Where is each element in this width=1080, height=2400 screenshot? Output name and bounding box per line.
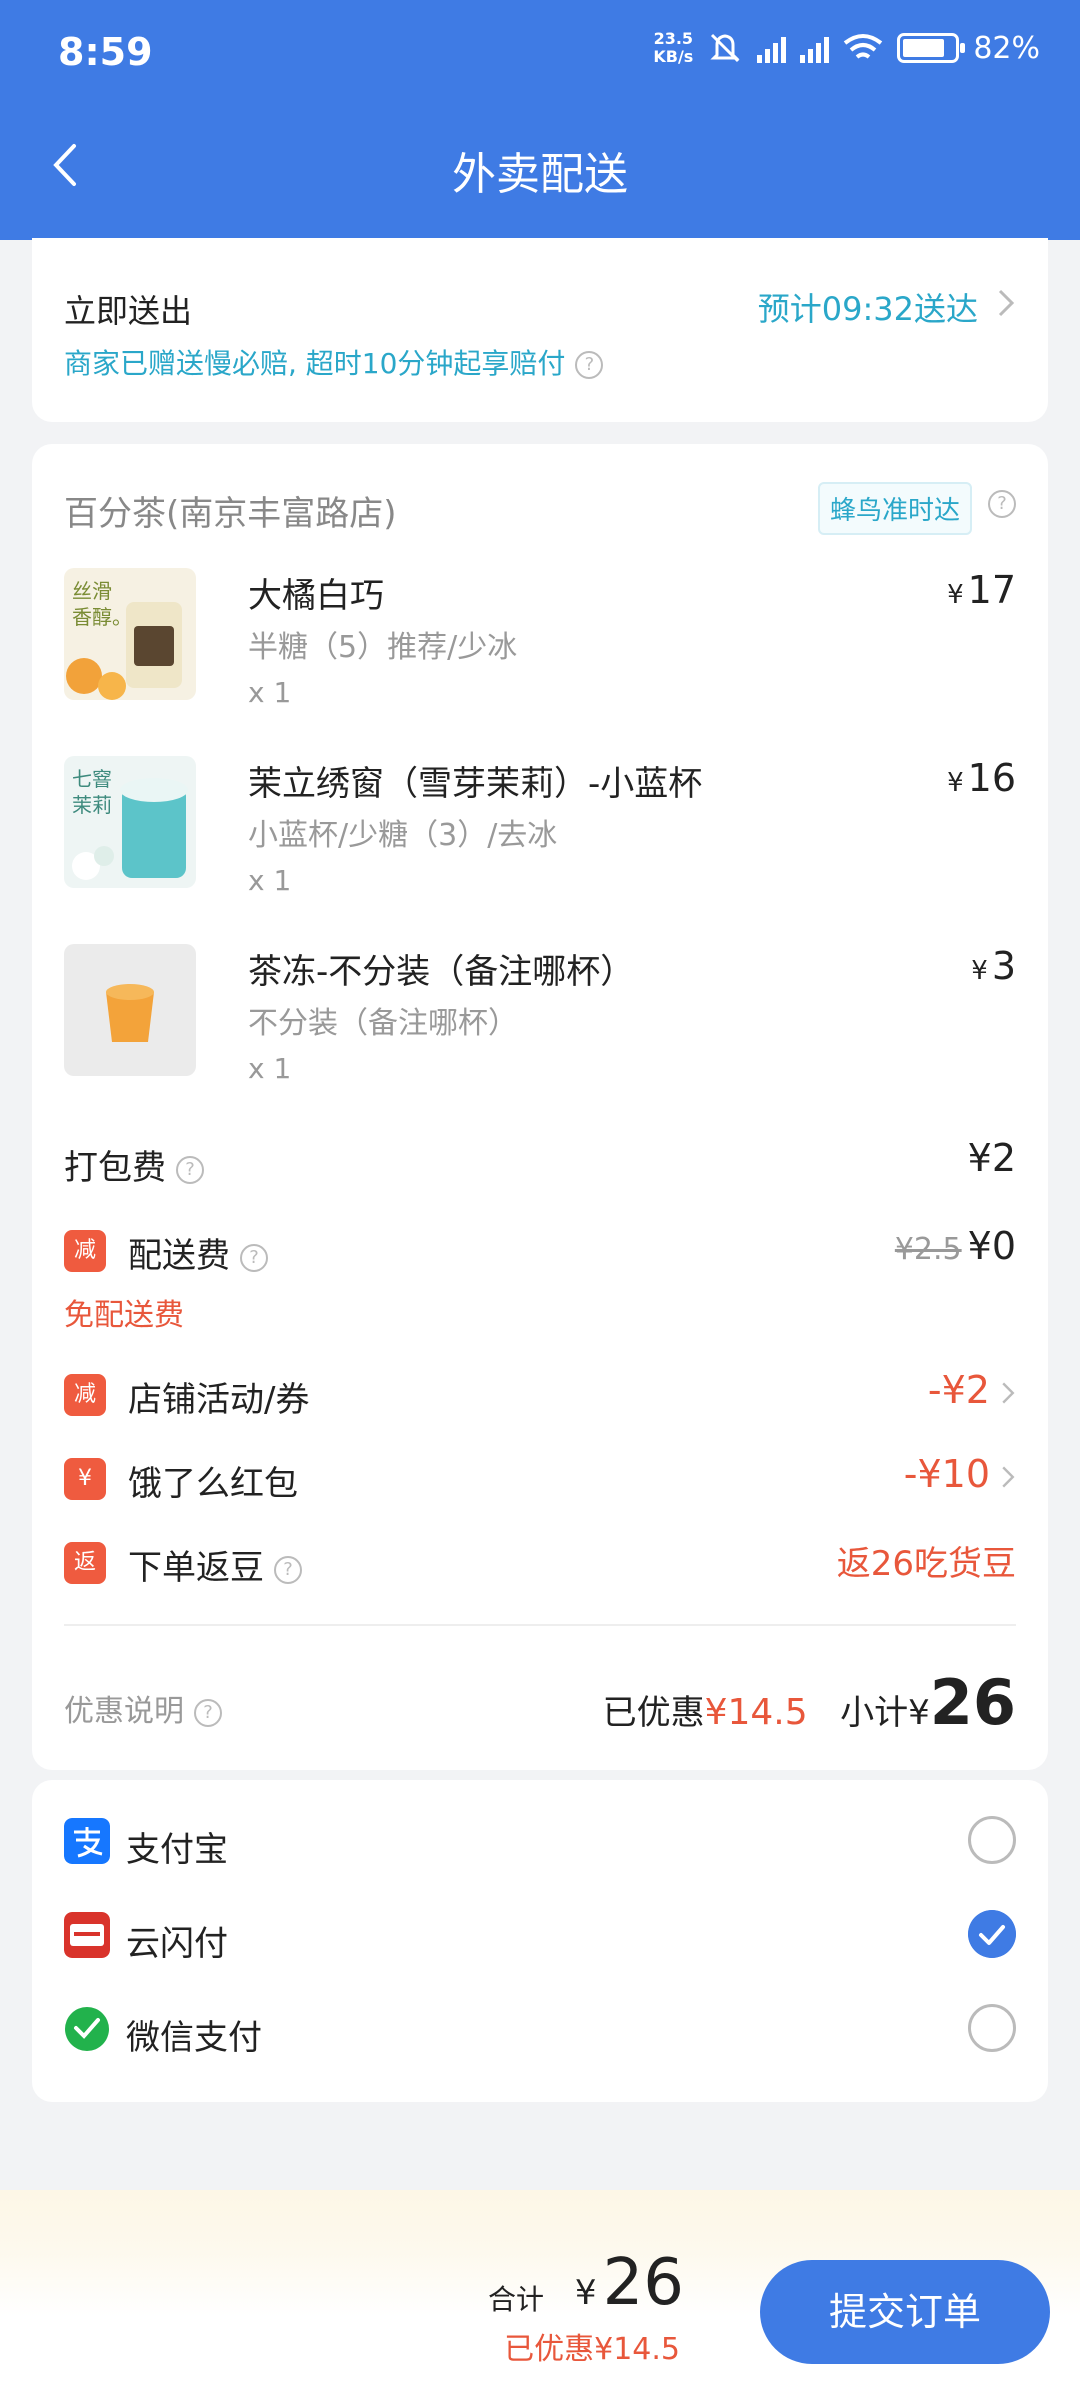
battery-icon	[897, 33, 966, 63]
drink-image: 丝滑 香醇。	[64, 568, 196, 700]
item-name: 大橘白巧	[248, 576, 384, 616]
packing-fee-value: ¥2	[967, 1136, 1016, 1180]
red-packet-badge: ¥	[64, 1458, 106, 1500]
delivery-mode: 立即送出	[64, 292, 193, 330]
divider	[64, 1624, 1016, 1626]
item-qty: x 1	[248, 676, 292, 709]
beans-row: 返 下单返豆? 返26吃货豆	[64, 1532, 1016, 1592]
packing-fee-row: 打包费? ¥2	[64, 1136, 1016, 1188]
svg-text:茉莉: 茉莉	[72, 793, 112, 817]
header-bar: 8:59 23.5 KB/s 82% 外卖配送	[0, 0, 1080, 240]
help-icon[interactable]: ?	[240, 1243, 268, 1272]
delivery-fee-value: ¥2.5 ¥0	[894, 1224, 1016, 1268]
status-time: 8:59	[58, 30, 153, 74]
total-label: 合计	[487, 2283, 544, 2316]
item-price: ¥16	[947, 756, 1016, 800]
help-icon[interactable]: ?	[575, 351, 604, 379]
beans-value: 返26吃货豆	[836, 1544, 1016, 1584]
radio-unchecked[interactable]	[968, 1816, 1016, 1864]
payment-option-wechat[interactable]: 微信支付	[64, 1994, 1016, 2064]
discount-badge: 减	[64, 1230, 106, 1272]
chevron-right-icon	[1002, 1382, 1015, 1404]
wechat-pay-icon	[65, 2007, 109, 2051]
net-speed: 23.5 KB/s	[653, 29, 694, 66]
red-packet-row[interactable]: ¥ 饿了么红包 -¥10	[64, 1448, 1016, 1508]
order-summary: 已优惠¥14.5 小计¥26	[602, 1666, 1016, 1739]
ontime-badge: 蜂鸟准时达	[817, 482, 972, 535]
payment-card: 支付宝 云闪付 微信支付	[32, 1780, 1048, 2102]
list-item: 丝滑 香醇。 大橘白巧 半糖（5）推荐/少冰 x 1 ¥17	[64, 568, 1016, 718]
payment-option-alipay[interactable]: 支付宝	[64, 1806, 1016, 1876]
help-icon[interactable]: ?	[194, 1698, 222, 1727]
store-coupon-value: -¥2	[927, 1368, 990, 1412]
item-spec: 不分装（备注哪杯）	[248, 1006, 518, 1041]
svg-text:丝滑: 丝滑	[72, 579, 112, 603]
item-spec: 小蓝杯/少糖（3）/去冰	[248, 818, 558, 853]
jelly-image	[64, 944, 196, 1076]
item-name: 茶冻-不分装（备注哪杯）	[248, 952, 635, 992]
drink-image: 七窨 茉莉	[64, 756, 196, 888]
chevron-right-icon	[998, 289, 1015, 317]
radio-unchecked[interactable]	[968, 2004, 1016, 2052]
payment-option-unionpay[interactable]: 云闪付	[64, 1900, 1016, 1970]
item-qty: x 1	[248, 864, 292, 897]
signal-icon	[757, 33, 787, 63]
item-spec: 半糖（5）推荐/少冰	[248, 630, 518, 665]
item-name: 茉立绣窗（雪芽茉莉）-小蓝杯	[248, 764, 703, 804]
svg-text:七窨: 七窨	[72, 767, 112, 791]
store-name: 百分茶(南京丰富路店)	[64, 494, 397, 534]
discount-badge: 减	[64, 1374, 106, 1416]
alipay-icon	[64, 1818, 110, 1864]
help-icon[interactable]: ?	[274, 1555, 302, 1584]
total-discount: 已优惠¥14.5	[504, 2332, 680, 2367]
radio-checked-icon[interactable]	[968, 1910, 1016, 1958]
delivery-fee-row: 减 配送费? ¥2.5 ¥0	[64, 1220, 1016, 1280]
chevron-right-icon	[1002, 1466, 1015, 1488]
status-bar: 8:59 23.5 KB/s 82%	[0, 0, 1080, 110]
delivery-promise: 商家已赠送慢必赔, 超时10分钟起享赔付?	[64, 342, 604, 382]
page-title: 外卖配送	[452, 149, 628, 200]
item-price: ¥17	[947, 568, 1016, 612]
help-icon[interactable]: ?	[176, 1155, 204, 1184]
battery-level: 82%	[973, 30, 1040, 66]
product-image	[64, 944, 196, 1076]
item-price: ¥3	[971, 944, 1016, 988]
help-icon[interactable]: ?	[988, 490, 1016, 518]
list-item: 茶冻-不分装（备注哪杯） 不分装（备注哪杯） x 1 ¥3	[64, 944, 1016, 1094]
unionpay-icon	[64, 1912, 110, 1958]
discount-note[interactable]: 优惠说明?	[64, 1686, 222, 1730]
list-item: 七窨 茉莉 茉立绣窗（雪芽茉莉）-小蓝杯 小蓝杯/少糖（3）/去冰 x 1 ¥1…	[64, 756, 1016, 906]
status-icons: 23.5 KB/s 82%	[653, 30, 1040, 66]
bottom-bar: 合计 ¥26 已优惠¥14.5 提交订单	[0, 2190, 1080, 2400]
signal-icon	[800, 33, 830, 63]
free-delivery-note: 免配送费	[64, 1298, 184, 1333]
store-coupon-row[interactable]: 减 店铺活动/券 -¥2	[64, 1364, 1016, 1424]
mute-icon	[710, 33, 740, 63]
red-packet-value: -¥10	[903, 1452, 990, 1496]
delivery-time-card[interactable]: 立即送出 商家已赠送慢必赔, 超时10分钟起享赔付? 预计09:32送达	[32, 238, 1048, 422]
svg-text:香醇。: 香醇。	[72, 605, 132, 629]
submit-order-button[interactable]: 提交订单	[760, 2260, 1050, 2364]
product-image: 丝滑 香醇。	[64, 568, 196, 700]
wifi-icon	[844, 34, 883, 59]
product-image: 七窨 茉莉	[64, 756, 196, 888]
item-qty: x 1	[248, 1052, 292, 1085]
total-value: ¥26	[574, 2246, 684, 2320]
rebate-badge: 返	[64, 1542, 106, 1584]
delivery-eta[interactable]: 预计09:32送达	[758, 284, 978, 330]
order-card: 百分茶(南京丰富路店) 蜂鸟准时达 ? 丝滑 香醇。 大橘白巧 半糖（5）推荐/…	[32, 444, 1048, 1770]
